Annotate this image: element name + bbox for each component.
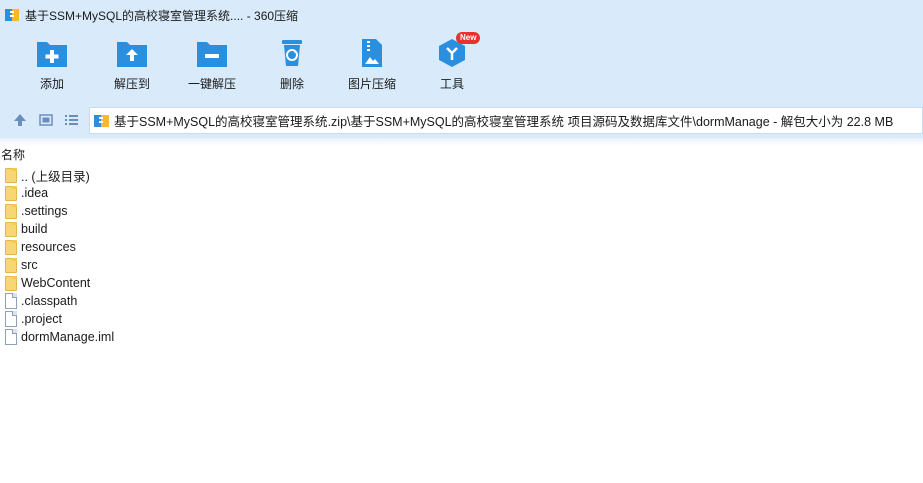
one-click-extract-label: 一键解压 xyxy=(187,77,236,91)
file-icon xyxy=(4,329,18,345)
list-item[interactable]: .project xyxy=(0,310,923,328)
image-compress-icon xyxy=(356,38,388,68)
tools-label: 工具 xyxy=(439,77,464,91)
one-click-extract-icon xyxy=(196,38,228,68)
extract-to-button[interactable]: 解压到 xyxy=(92,38,172,98)
delete-icon xyxy=(276,38,308,68)
header-divider xyxy=(0,138,923,146)
list-view-icon[interactable] xyxy=(63,112,81,128)
toolbar: 添加 解压到 一键解压 删除 图片压缩 New 工具 xyxy=(0,30,923,102)
add-button[interactable]: 添加 xyxy=(12,38,92,98)
item-name: resources xyxy=(21,240,76,254)
add-icon xyxy=(36,38,68,68)
list-item[interactable]: .. (上级目录) xyxy=(0,166,923,184)
folder-icon xyxy=(4,203,18,219)
address-row: 基于SSM+MySQL的高校寝室管理系统.zip\基于SSM+MySQL的高校寝… xyxy=(0,102,923,138)
add-label: 添加 xyxy=(39,77,64,91)
file-icon xyxy=(4,293,18,309)
one-click-extract-button[interactable]: 一键解压 xyxy=(172,38,252,98)
image-compress-label: 图片压缩 xyxy=(347,77,396,91)
list-item[interactable]: WebContent xyxy=(0,274,923,292)
item-name: WebContent xyxy=(21,276,91,290)
delete-label: 删除 xyxy=(279,77,304,91)
title-bar: 基于SSM+MySQL的高校寝室管理系统.... - 360压缩 xyxy=(0,0,923,30)
column-header-name[interactable]: 名称 xyxy=(0,146,923,164)
item-name: .project xyxy=(21,312,62,326)
file-list: .. (上级目录) .idea .settings build resource… xyxy=(0,166,923,346)
list-item[interactable]: .settings xyxy=(0,202,923,220)
list-item[interactable]: build xyxy=(0,220,923,238)
folder-icon xyxy=(4,257,18,273)
new-badge: New xyxy=(456,32,481,44)
item-name: .idea xyxy=(21,186,49,200)
item-name: dormManage.iml xyxy=(21,330,115,344)
thumbnail-view-icon[interactable] xyxy=(38,112,56,128)
list-item[interactable]: dormManage.iml xyxy=(0,328,923,346)
item-name: src xyxy=(21,258,38,272)
list-item[interactable]: .classpath xyxy=(0,292,923,310)
image-compress-button[interactable]: 图片压缩 xyxy=(332,38,412,98)
tools-icon: New xyxy=(436,32,481,68)
list-item[interactable]: resources xyxy=(0,238,923,256)
window-title: 基于SSM+MySQL的高校寝室管理系统.... - 360压缩 xyxy=(25,8,299,23)
extract-to-label: 解压到 xyxy=(113,77,150,91)
file-icon xyxy=(4,311,18,327)
item-name: .settings xyxy=(21,204,68,218)
list-item[interactable]: src xyxy=(0,256,923,274)
up-arrow-icon[interactable] xyxy=(12,112,30,128)
folder-icon xyxy=(4,185,18,201)
app-logo-icon xyxy=(5,8,19,22)
extract-to-icon xyxy=(116,38,148,68)
archive-icon xyxy=(94,113,109,128)
address-bar[interactable]: 基于SSM+MySQL的高校寝室管理系统.zip\基于SSM+MySQL的高校寝… xyxy=(89,107,923,134)
item-name: .classpath xyxy=(21,294,78,308)
tools-button[interactable]: New 工具 xyxy=(412,32,492,98)
item-name: .. (上级目录) xyxy=(21,169,90,184)
address-path: 基于SSM+MySQL的高校寝室管理系统.zip\基于SSM+MySQL的高校寝… xyxy=(114,115,894,129)
delete-button[interactable]: 删除 xyxy=(252,38,332,98)
folder-icon xyxy=(4,275,18,291)
item-name: build xyxy=(21,222,48,236)
list-item[interactable]: .idea xyxy=(0,184,923,202)
folder-icon xyxy=(4,221,18,237)
folder-icon xyxy=(4,239,18,255)
folder-icon xyxy=(4,167,18,183)
